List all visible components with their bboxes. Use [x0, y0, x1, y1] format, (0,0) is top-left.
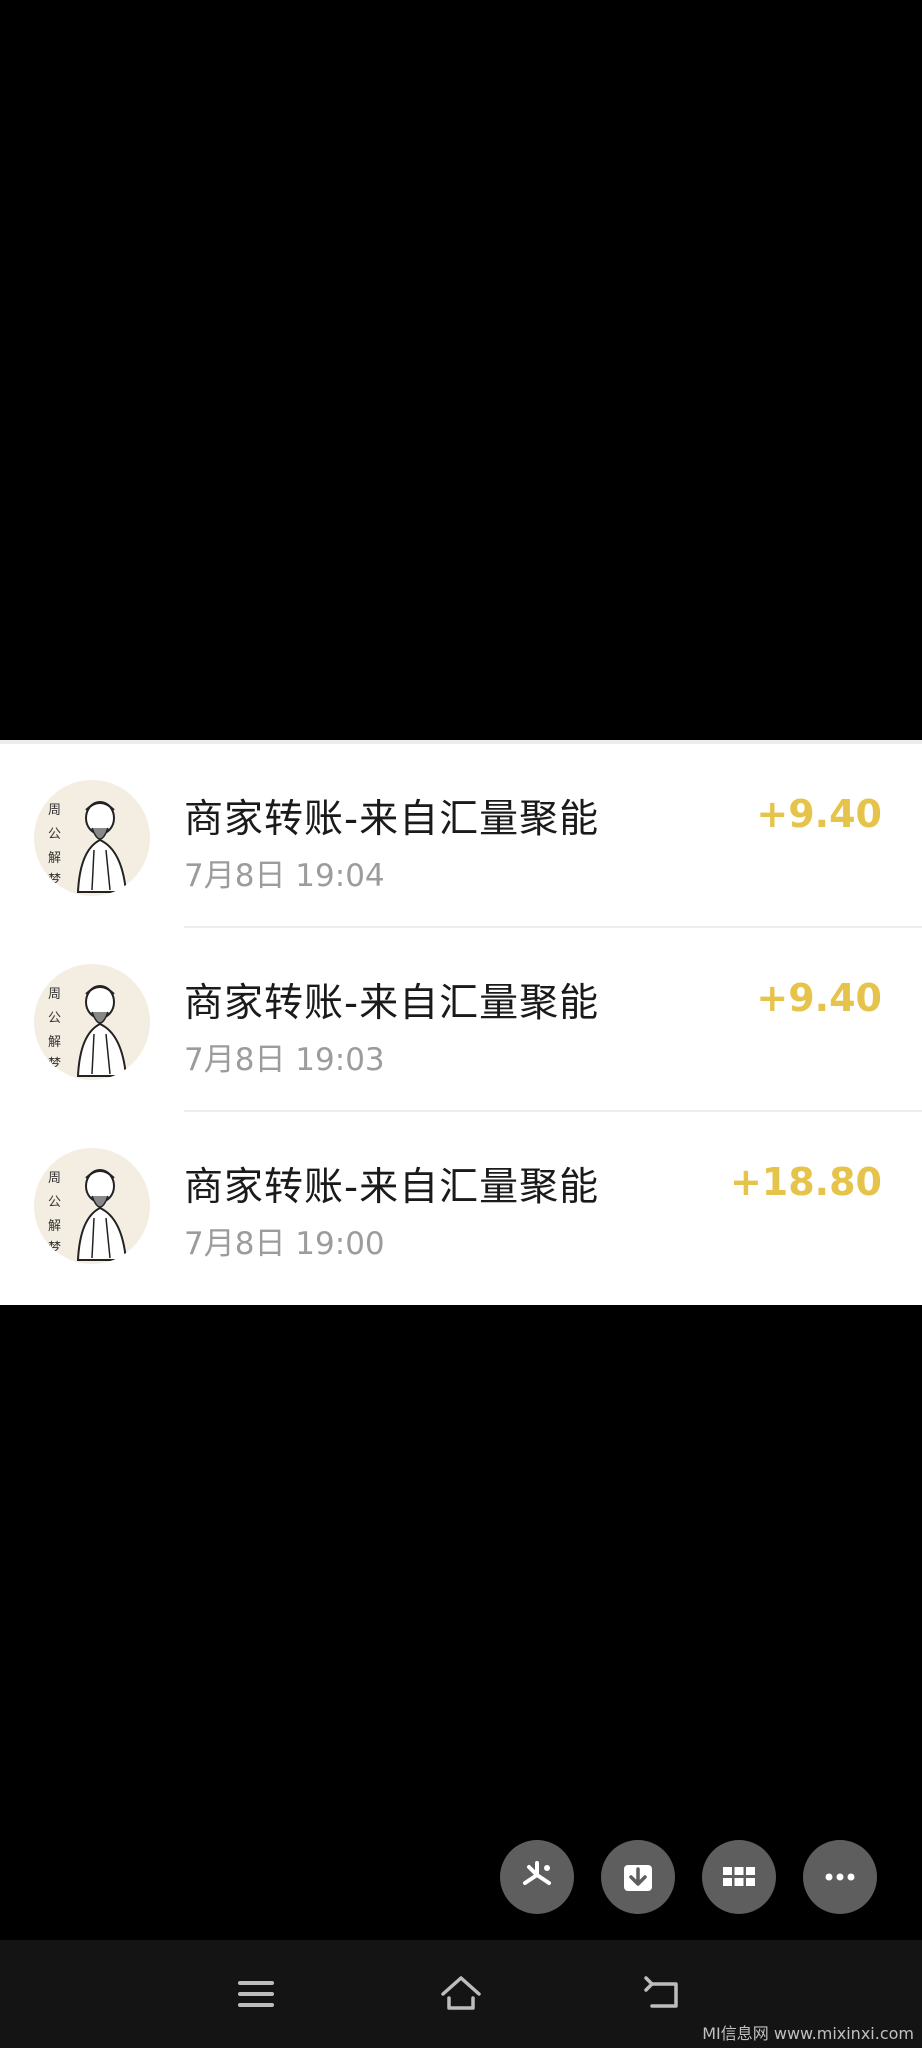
merchant-avatar: 周 公 解 梦 — [34, 1148, 150, 1264]
screen: 周 公 解 梦 商家转账-来自汇量聚能 7月8日 19:04 +9.40 周 公… — [0, 0, 922, 2048]
svg-text:梦: 梦 — [48, 1241, 61, 1256]
transaction-time: 7月8日 19:04 — [184, 858, 385, 894]
svg-text:周: 周 — [48, 1171, 61, 1186]
home-icon — [441, 1976, 481, 2010]
transaction-amount: +9.40 — [756, 792, 882, 836]
svg-text:梦: 梦 — [48, 873, 61, 888]
svg-text:周: 周 — [48, 803, 61, 818]
transaction-amount: +18.80 — [729, 1160, 882, 1204]
home-button[interactable] — [431, 1964, 491, 2024]
transaction-row[interactable]: 周 公 解 梦 商家转账-来自汇量聚能 7月8日 19:04 +9.40 — [0, 744, 922, 928]
transaction-title: 商家转账-来自汇量聚能 — [184, 1165, 600, 1210]
svg-text:解: 解 — [48, 1035, 61, 1050]
sage-portrait-icon: 周 公 解 梦 — [48, 801, 128, 893]
transaction-row[interactable]: 周 公 解 梦 商家转账-来自汇量聚能 7月8日 19:03 +9.40 — [0, 928, 922, 1112]
more-button[interactable] — [803, 1840, 877, 1914]
merchant-avatar: 周 公 解 梦 — [34, 780, 150, 896]
sparkle-button[interactable] — [500, 1840, 574, 1914]
transaction-time: 7月8日 19:00 — [184, 1226, 385, 1262]
download-button[interactable] — [601, 1840, 675, 1914]
svg-text:公: 公 — [48, 827, 61, 842]
transaction-title: 商家转账-来自汇量聚能 — [184, 797, 600, 842]
system-navigation-bar: MI信息网 www.mixinxi.com — [0, 1940, 922, 2048]
svg-text:解: 解 — [48, 1219, 61, 1234]
transaction-list: 周 公 解 梦 商家转账-来自汇量聚能 7月8日 19:04 +9.40 周 公… — [0, 740, 922, 1305]
back-button[interactable] — [636, 1964, 696, 2024]
sage-portrait-icon: 周 公 解 梦 — [48, 1169, 128, 1261]
svg-text:公: 公 — [48, 1195, 61, 1210]
transaction-time: 7月8日 19:03 — [184, 1042, 385, 1078]
svg-text:梦: 梦 — [48, 1057, 61, 1072]
menu-button[interactable] — [226, 1964, 286, 2024]
merchant-avatar: 周 公 解 梦 — [34, 964, 150, 1080]
transaction-row[interactable]: 周 公 解 梦 商家转账-来自汇量聚能 7月8日 19:00 +18.80 — [0, 1112, 922, 1296]
back-icon — [644, 1976, 678, 2008]
svg-text:公: 公 — [48, 1011, 61, 1026]
menu-icon — [238, 1981, 274, 2007]
sage-portrait-icon: 周 公 解 梦 — [48, 985, 128, 1077]
watermark: MI信息网 www.mixinxi.com — [702, 2024, 914, 2043]
more-icon — [825, 1873, 855, 1881]
transaction-amount: +9.40 — [756, 976, 882, 1020]
grid-button[interactable] — [702, 1840, 776, 1914]
grid-icon — [723, 1867, 755, 1886]
svg-text:解: 解 — [48, 851, 61, 866]
svg-text:周: 周 — [48, 987, 61, 1002]
sparkle-icon — [523, 1861, 551, 1885]
transaction-title: 商家转账-来自汇量聚能 — [184, 981, 600, 1026]
download-icon — [624, 1865, 652, 1891]
